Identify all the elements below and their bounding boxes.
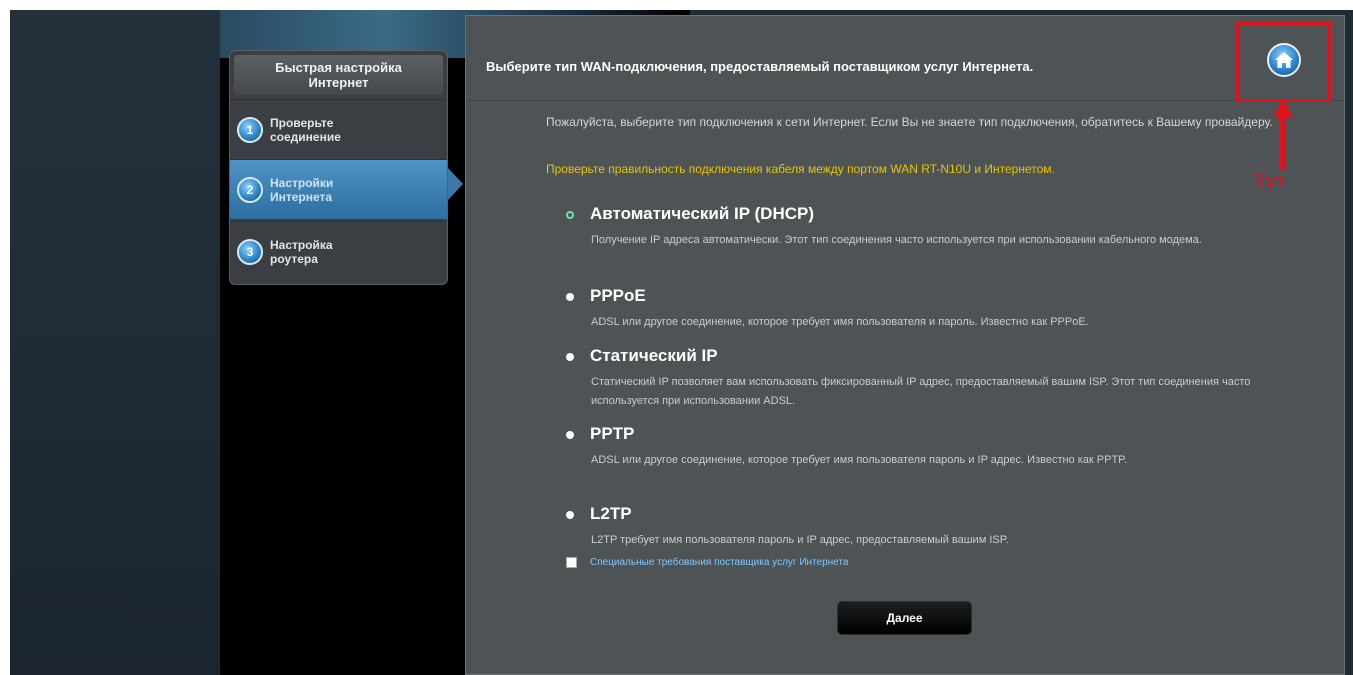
option-name: PPPoE [590, 286, 646, 305]
special-requirements-link[interactable]: Специальные требования поставщика услуг … [590, 557, 848, 568]
option-description: Статический IP позволяет вам использоват… [591, 376, 1251, 407]
next-button[interactable]: Далее [837, 601, 972, 635]
option-description: Получение IP адреса автоматически. Этот … [591, 234, 1202, 246]
radio-bullet-icon [566, 353, 574, 361]
annotation-label: Тут [1253, 168, 1286, 193]
radio-bullet-icon [566, 293, 574, 301]
special-requirements-checkbox[interactable] [566, 557, 577, 568]
step-number-icon: 1 [237, 116, 263, 143]
wizard-step-router-setup[interactable]: 3 Настройка роутера [230, 221, 447, 281]
annotation-highlight-box [1236, 22, 1331, 102]
quick-setup-wizard-sidebar: Быстрая настройка Интернет 1 Проверьте с… [229, 50, 448, 285]
wizard-step-internet-settings[interactable]: 2 Настройки Интернета [230, 159, 447, 219]
radio-bullet-icon [566, 431, 574, 439]
step-number-icon: 3 [237, 238, 263, 265]
option-description: ADSL или другое соединение, которое треб… [591, 454, 1128, 466]
intro-text: Пожалуйста, выберите тип подключения к с… [546, 115, 1273, 129]
router-admin-screen: Быстрая настройка Интернет 1 Проверьте с… [10, 10, 1353, 675]
option-name: Автоматический IP (DHCP) [590, 204, 815, 223]
wan-type-panel: Выберите тип WAN-подключения, предоставл… [465, 15, 1345, 675]
panel-header: Выберите тип WAN-подключения, предоставл… [466, 16, 1344, 102]
option-name: PPTP [590, 424, 635, 443]
selected-radio-icon [566, 211, 574, 219]
wizard-title: Быстрая настройка Интернет [234, 55, 443, 95]
annotation-arrow-icon [1273, 98, 1293, 170]
step-number-icon: 2 [237, 176, 263, 203]
special-requirements-row: Специальные требования поставщика услуг … [566, 557, 848, 568]
option-description: L2TP требует имя пользователя пароль и I… [591, 534, 1009, 546]
page-title: Выберите тип WAN-подключения, предоставл… [486, 59, 1034, 74]
radio-bullet-icon [566, 511, 574, 519]
left-background-strip [10, 10, 220, 675]
step-label: Проверьте соединение [270, 115, 341, 144]
home-icon [1275, 52, 1293, 68]
home-button[interactable] [1267, 43, 1301, 77]
step-label: Настройки Интернета [270, 175, 334, 204]
cable-warning-text: Проверьте правильность подключения кабел… [546, 162, 1055, 176]
step-label: Настройка роутера [270, 237, 333, 266]
option-name: Статический IP [590, 346, 718, 365]
wizard-step-check-connection[interactable]: 1 Проверьте соединение [230, 99, 447, 159]
active-step-pointer-icon [448, 168, 463, 200]
option-name: L2TP [590, 504, 632, 523]
option-description: ADSL или другое соединение, которое треб… [591, 316, 1089, 328]
